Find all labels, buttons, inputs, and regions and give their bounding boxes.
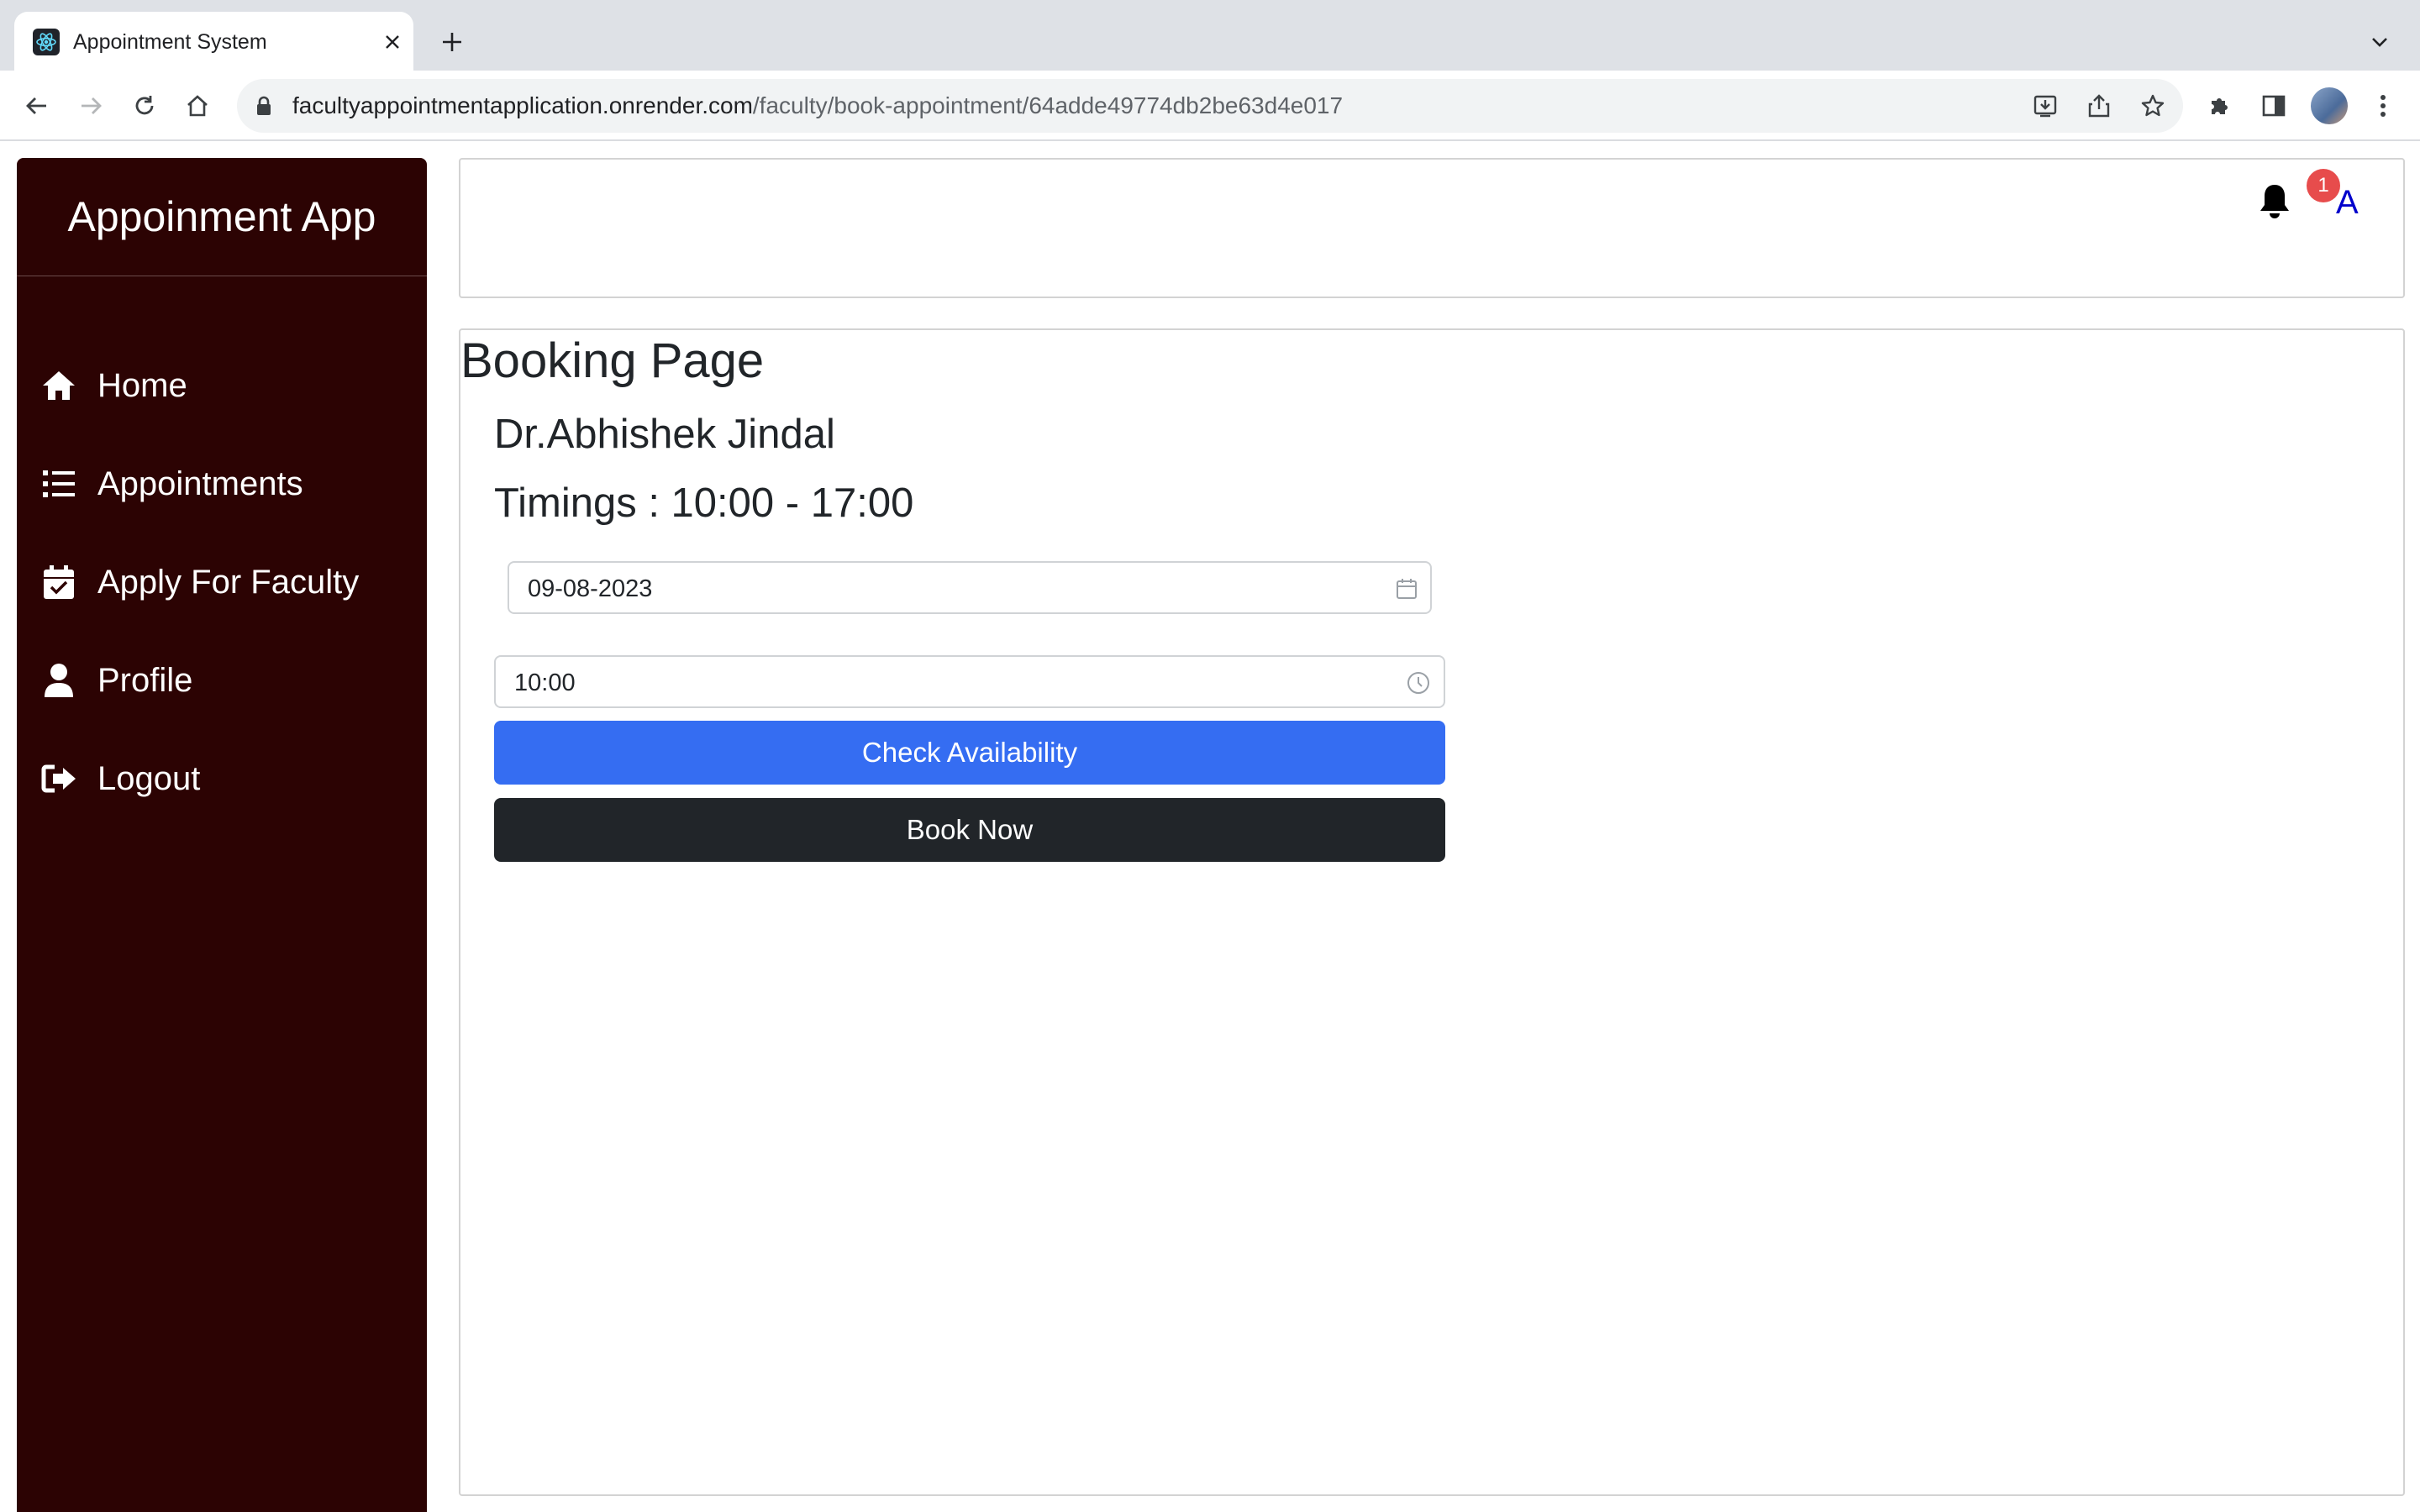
doctor-name: Dr.Abhishek Jindal [494, 412, 835, 457]
browser-toolbar: facultyappointmentapplication.onrender.c… [0, 71, 2420, 141]
browser-profile-avatar[interactable] [2311, 87, 2348, 124]
list-icon [40, 465, 77, 502]
sidebar: Appoinment App Home Appointments Apply F… [17, 158, 427, 1512]
sidebar-item-logout[interactable]: Logout [40, 749, 410, 808]
brand-title: Appoinment App [67, 193, 376, 240]
time-value: 10:00 [514, 669, 576, 696]
app-brand: Appoinment App [17, 158, 427, 276]
home-icon [40, 367, 77, 404]
tab-title: Appointment System [73, 30, 267, 54]
sidebar-item-label: Appointments [97, 465, 303, 502]
date-value: 09-08-2023 [528, 575, 653, 602]
user-icon [40, 662, 77, 699]
tab-search-chevron-down-icon[interactable] [2363, 25, 2396, 59]
page-title: Booking Page [460, 333, 765, 388]
sidebar-item-appointments[interactable]: Appointments [40, 454, 410, 513]
browser-tab-strip: Appointment System [0, 0, 2420, 71]
clock-icon[interactable] [1405, 669, 1432, 696]
forward-arrow-icon[interactable] [72, 87, 109, 124]
tab-close-icon[interactable] [377, 27, 408, 57]
sidebar-item-home[interactable]: Home [40, 356, 410, 415]
calendar-icon[interactable] [1393, 575, 1420, 602]
lock-icon[interactable] [255, 96, 272, 116]
react-favicon-icon [33, 29, 60, 55]
notification-bell-icon[interactable] [2258, 183, 2295, 222]
top-header [459, 158, 2405, 298]
check-availability-button[interactable]: Check Availability [494, 721, 1445, 785]
side-panel-icon[interactable] [2255, 87, 2292, 124]
bookmark-star-icon[interactable] [2138, 91, 2168, 121]
url-path: /faculty/book-appointment/64adde49774db2… [752, 92, 1344, 118]
sidebar-item-label: Logout [97, 759, 201, 797]
url-host: facultyappointmentapplication.onrender.c… [292, 92, 753, 118]
book-now-button[interactable]: Book Now [494, 798, 1445, 862]
install-app-icon[interactable] [2030, 91, 2060, 121]
date-picker-input[interactable]: 09-08-2023 [508, 561, 1432, 614]
share-icon[interactable] [2084, 91, 2114, 121]
sidebar-item-apply-for-faculty[interactable]: Apply For Faculty [40, 553, 410, 612]
back-arrow-icon[interactable] [18, 87, 55, 124]
extensions-puzzle-icon[interactable] [2202, 87, 2238, 124]
reload-icon[interactable] [126, 87, 163, 124]
sidebar-item-label: Home [97, 366, 187, 404]
sidebar-item-label: Apply For Faculty [97, 563, 360, 601]
home-browser-icon[interactable] [179, 87, 216, 124]
notification-count-badge[interactable]: 1 [2307, 169, 2340, 202]
browser-tab[interactable]: Appointment System [14, 12, 413, 71]
user-initial-link[interactable]: A [2336, 183, 2359, 222]
time-picker-input[interactable]: 10:00 [494, 655, 1445, 708]
address-bar[interactable]: facultyappointmentapplication.onrender.c… [237, 79, 2183, 133]
new-tab-plus-icon[interactable] [435, 25, 469, 59]
sidebar-item-label: Profile [97, 661, 193, 699]
doctor-timings: Timings : 10:00 - 17:00 [494, 480, 914, 526]
logout-icon [40, 760, 77, 797]
browser-menu-kebab-icon[interactable] [2365, 87, 2402, 124]
calendar-check-icon [40, 564, 77, 601]
url-text: facultyappointmentapplication.onrender.c… [292, 92, 1343, 119]
sidebar-item-profile[interactable]: Profile [40, 651, 410, 710]
